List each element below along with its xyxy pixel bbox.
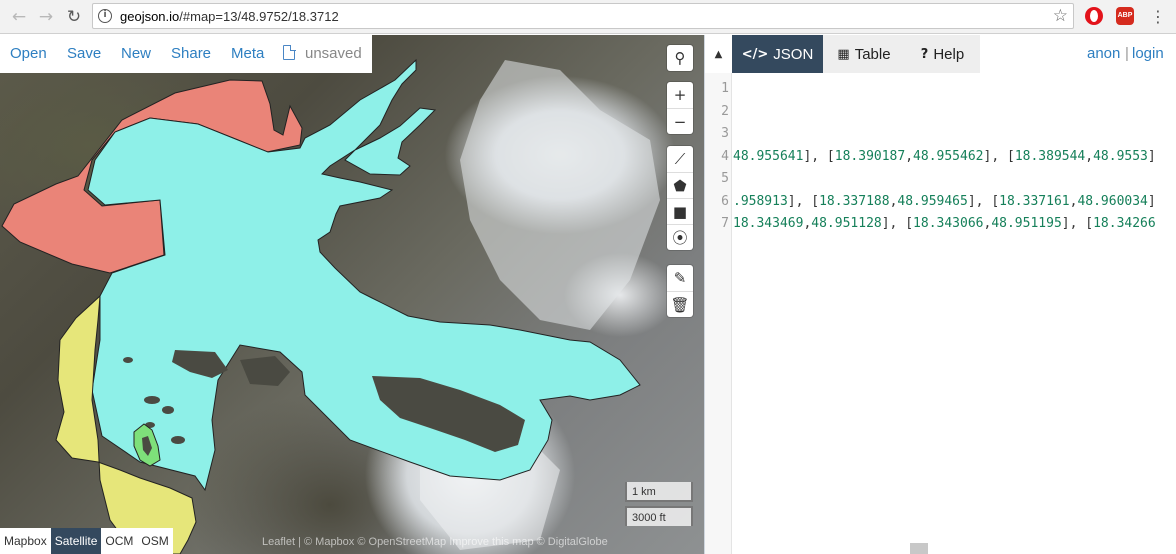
delete-layers-icon[interactable]: 🗑: [667, 291, 693, 317]
tab-json[interactable]: </> JSON: [732, 35, 823, 73]
browser-menu-icon[interactable]: ⋮: [1150, 6, 1166, 28]
polygon-hole: [240, 356, 290, 386]
reload-icon[interactable]: ↻: [63, 6, 85, 28]
code-line[interactable]: 48.955641], [18.390187,48.955462], [18.3…: [733, 149, 1176, 164]
tab-json-label: JSON: [773, 45, 814, 63]
url-path: /#map=13/48.9752/18.3712: [179, 9, 339, 24]
map-attribution[interactable]: Leaflet | © Mapbox © OpenStreetMap Impro…: [262, 536, 608, 548]
collapse-icon[interactable]: ▲: [705, 35, 732, 73]
info-icon[interactable]: i: [98, 9, 112, 23]
line-number: 6: [721, 193, 729, 209]
line-number: 7: [721, 216, 729, 231]
save-menu[interactable]: Save: [67, 45, 101, 62]
editor-gutter: [705, 73, 732, 554]
map-canvas[interactable]: [0, 35, 704, 554]
back-icon[interactable]: ←: [8, 6, 30, 28]
line-number: 4: [721, 148, 729, 164]
table-icon: ▦: [837, 46, 850, 62]
draw-toolbar: ⟋ ⬟ ■ ⦿: [667, 146, 693, 250]
bookmark-star-icon[interactable]: ☆: [1053, 6, 1068, 26]
share-menu[interactable]: Share: [171, 45, 211, 62]
scale-km: 1 km: [625, 482, 693, 502]
forward-icon[interactable]: →: [35, 6, 57, 28]
url-host: geojson.io: [120, 9, 180, 24]
zoom-in-button[interactable]: +: [667, 82, 693, 108]
unsaved-status: unsaved: [305, 45, 362, 62]
login-link[interactable]: login: [1132, 45, 1164, 62]
layer-osm[interactable]: OSM: [137, 528, 173, 554]
code-line[interactable]: .958913], [18.337188,48.959465], [18.337…: [733, 194, 1176, 209]
draw-line-icon[interactable]: ⟋: [667, 146, 693, 172]
new-menu[interactable]: New: [121, 45, 151, 62]
horizontal-scrollbar[interactable]: [910, 543, 928, 554]
search-icon[interactable]: ⚲: [667, 45, 693, 71]
draw-marker-icon[interactable]: ⦿: [667, 224, 693, 250]
polygon-hole: [162, 406, 174, 414]
help-icon: ?: [920, 46, 929, 62]
open-menu[interactable]: Open: [10, 45, 47, 62]
layer-switcher: Mapbox Satellite OCM OSM: [0, 528, 173, 554]
layer-mapbox[interactable]: Mapbox: [0, 528, 51, 554]
opera-extension-icon[interactable]: [1085, 7, 1103, 25]
polygon-hole: [144, 396, 160, 404]
address-bar[interactable]: i geojson.io/#map=13/48.9752/18.3712 ☆: [92, 3, 1074, 29]
layer-ocm[interactable]: OCM: [101, 528, 138, 554]
snow-area: [460, 60, 660, 330]
search-control: ⚲: [667, 45, 693, 71]
tab-help[interactable]: ? Help: [905, 35, 980, 73]
edit-layers-icon[interactable]: ✎: [667, 265, 693, 291]
edit-toolbar: ✎ 🗑: [667, 265, 693, 317]
meta-menu[interactable]: Meta: [231, 45, 264, 62]
code-icon: </>: [741, 46, 769, 62]
file-icon: [283, 44, 296, 60]
line-number: 1: [721, 81, 729, 96]
zoom-control: + −: [667, 82, 693, 134]
line-number: 2: [721, 103, 729, 119]
anon-link[interactable]: anon: [1087, 45, 1120, 62]
url-text[interactable]: geojson.io/#map=13/48.9752/18.3712: [120, 9, 339, 24]
tab-table-label: Table: [854, 45, 891, 63]
draw-rectangle-icon[interactable]: ■: [667, 198, 693, 224]
line-number: 3: [721, 126, 729, 141]
draw-polygon-icon[interactable]: ⬟: [667, 172, 693, 198]
code-line[interactable]: 18.343469,48.951128], [18.343066,48.9511…: [733, 216, 1176, 231]
polygon-hole: [123, 357, 133, 363]
layer-satellite[interactable]: Satellite: [50, 528, 102, 554]
line-number: 5: [721, 171, 729, 186]
zoom-out-button[interactable]: −: [667, 108, 693, 134]
map-features: [1, 58, 660, 554]
tab-table[interactable]: ▦ Table: [823, 35, 905, 73]
tab-help-label: Help: [933, 45, 965, 63]
polygon-hole: [171, 436, 185, 444]
browser-toolbar: ← → ↻ i geojson.io/#map=13/48.9752/18.37…: [0, 0, 1176, 34]
adblock-extension-icon[interactable]: ABP: [1116, 7, 1134, 25]
scale-ft: 3000 ft: [625, 506, 693, 526]
auth-separator: |: [1125, 45, 1129, 62]
